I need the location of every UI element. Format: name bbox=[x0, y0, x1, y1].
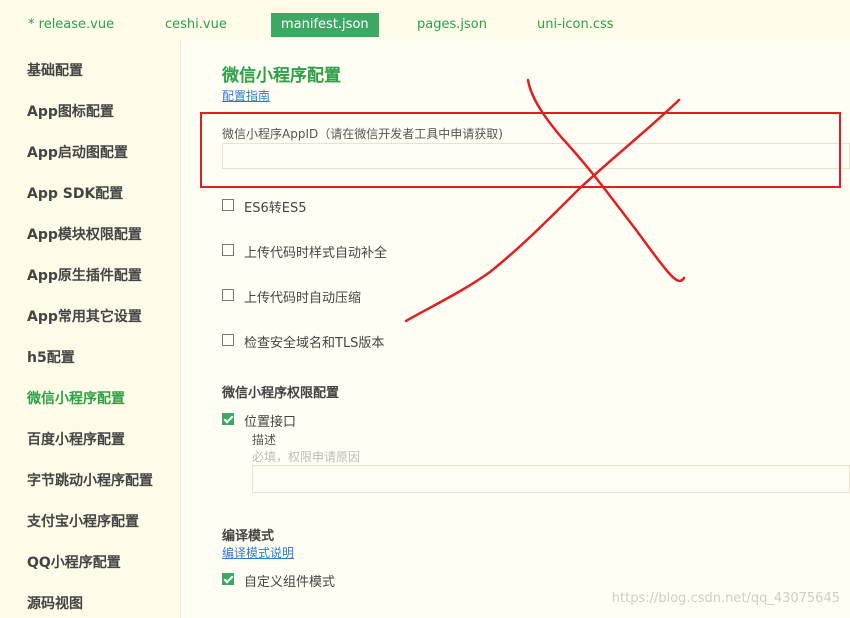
desc-label: 描述 bbox=[252, 433, 277, 447]
editor-window: * release.vue ceshi.vue manifest.json pa… bbox=[0, 0, 850, 618]
es6-checkbox[interactable] bbox=[222, 199, 234, 211]
compile-heading: 编译模式 bbox=[222, 529, 275, 544]
compile-mode-link[interactable]: 编译模式说明 bbox=[222, 544, 294, 561]
sidebar-item-app-modules[interactable]: App模块权限配置 bbox=[27, 224, 142, 244]
sidebar-item-qq-mp[interactable]: QQ小程序配置 bbox=[27, 552, 121, 572]
sidebar-item-alipay-mp[interactable]: 支付宝小程序配置 bbox=[27, 511, 139, 531]
location-label: 位置接口 bbox=[244, 415, 297, 430]
url-check-checkbox[interactable] bbox=[222, 334, 234, 346]
minified-checkbox[interactable] bbox=[222, 289, 234, 301]
page-title: 微信小程序配置 bbox=[222, 66, 341, 86]
url-check-label: 检查安全域名和TLS版本 bbox=[244, 336, 385, 351]
appid-label: 微信小程序AppID（请在微信开发者工具中申请获取) bbox=[222, 127, 503, 141]
custom-component-checkbox[interactable] bbox=[222, 573, 234, 585]
tab-ceshi-vue[interactable]: ceshi.vue bbox=[165, 13, 227, 37]
tab-bar: * release.vue ceshi.vue manifest.json pa… bbox=[0, 0, 850, 40]
location-checkbox[interactable] bbox=[222, 413, 234, 425]
watermark: https://blog.csdn.net/qq_43075645 bbox=[611, 591, 840, 606]
settings-panel: 微信小程序配置 配置指南 微信小程序AppID（请在微信开发者工具中申请获取) … bbox=[181, 40, 850, 618]
sidebar-item-app-sdk[interactable]: App SDK配置 bbox=[27, 183, 123, 203]
config-guide-link[interactable]: 配置指南 bbox=[222, 87, 270, 104]
postcss-checkbox[interactable] bbox=[222, 244, 234, 256]
sidebar-item-h5[interactable]: h5配置 bbox=[27, 347, 75, 367]
tab-release-vue[interactable]: * release.vue bbox=[28, 13, 114, 37]
custom-component-label: 自定义组件模式 bbox=[244, 575, 336, 590]
permissions-heading: 微信小程序权限配置 bbox=[222, 386, 340, 401]
sidebar-item-app-splash[interactable]: App启动图配置 bbox=[27, 142, 128, 162]
tab-uni-icon-css[interactable]: uni-icon.css bbox=[537, 13, 614, 37]
sidebar-item-app-other[interactable]: App常用其它设置 bbox=[27, 306, 142, 326]
minified-label: 上传代码时自动压缩 bbox=[244, 291, 362, 306]
sidebar-item-weixin-mp[interactable]: 微信小程序配置 bbox=[27, 388, 125, 408]
desc-placeholder-hint: 必填，权限申请原因 bbox=[252, 450, 361, 464]
appid-input[interactable] bbox=[222, 143, 850, 169]
sidebar-item-basic[interactable]: 基础配置 bbox=[27, 60, 83, 80]
settings-sidebar: 基础配置 App图标配置 App启动图配置 App SDK配置 App模块权限配… bbox=[0, 40, 181, 618]
es6-label: ES6转ES5 bbox=[244, 201, 307, 216]
sidebar-item-source-view[interactable]: 源码视图 bbox=[27, 593, 83, 613]
sidebar-item-baidu-mp[interactable]: 百度小程序配置 bbox=[27, 429, 125, 449]
postcss-label: 上传代码时样式自动补全 bbox=[244, 246, 388, 261]
location-desc-input[interactable] bbox=[252, 465, 850, 493]
tab-manifest-json[interactable]: manifest.json bbox=[271, 13, 379, 37]
sidebar-item-toutiao-mp[interactable]: 字节跳动小程序配置 bbox=[27, 470, 153, 490]
sidebar-item-app-native-plugins[interactable]: App原生插件配置 bbox=[27, 265, 142, 285]
tab-pages-json[interactable]: pages.json bbox=[417, 13, 487, 37]
sidebar-item-app-icon[interactable]: App图标配置 bbox=[27, 101, 114, 121]
